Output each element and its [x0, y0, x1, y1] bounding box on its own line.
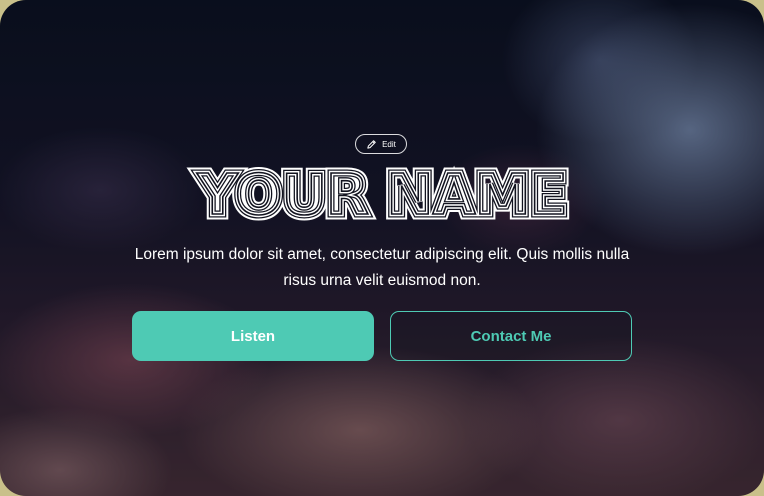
svg-text:YOUR NAME: YOUR NAME: [196, 163, 566, 226]
edit-button[interactable]: Edit: [355, 134, 407, 154]
hero-description: Lorem ipsum dolor sit amet, consectetur …: [134, 246, 630, 289]
contact-me-button[interactable]: Contact Me: [390, 311, 632, 361]
hero-section: Edit YOUR NAME YOUR NAME YOUR NAME YOUR …: [0, 0, 764, 496]
pencil-icon: [366, 139, 377, 150]
listen-button[interactable]: Listen: [132, 311, 374, 361]
hero-title: YOUR NAME YOUR NAME YOUR NAME YOUR NAME: [191, 160, 573, 226]
edit-label: Edit: [382, 139, 396, 149]
